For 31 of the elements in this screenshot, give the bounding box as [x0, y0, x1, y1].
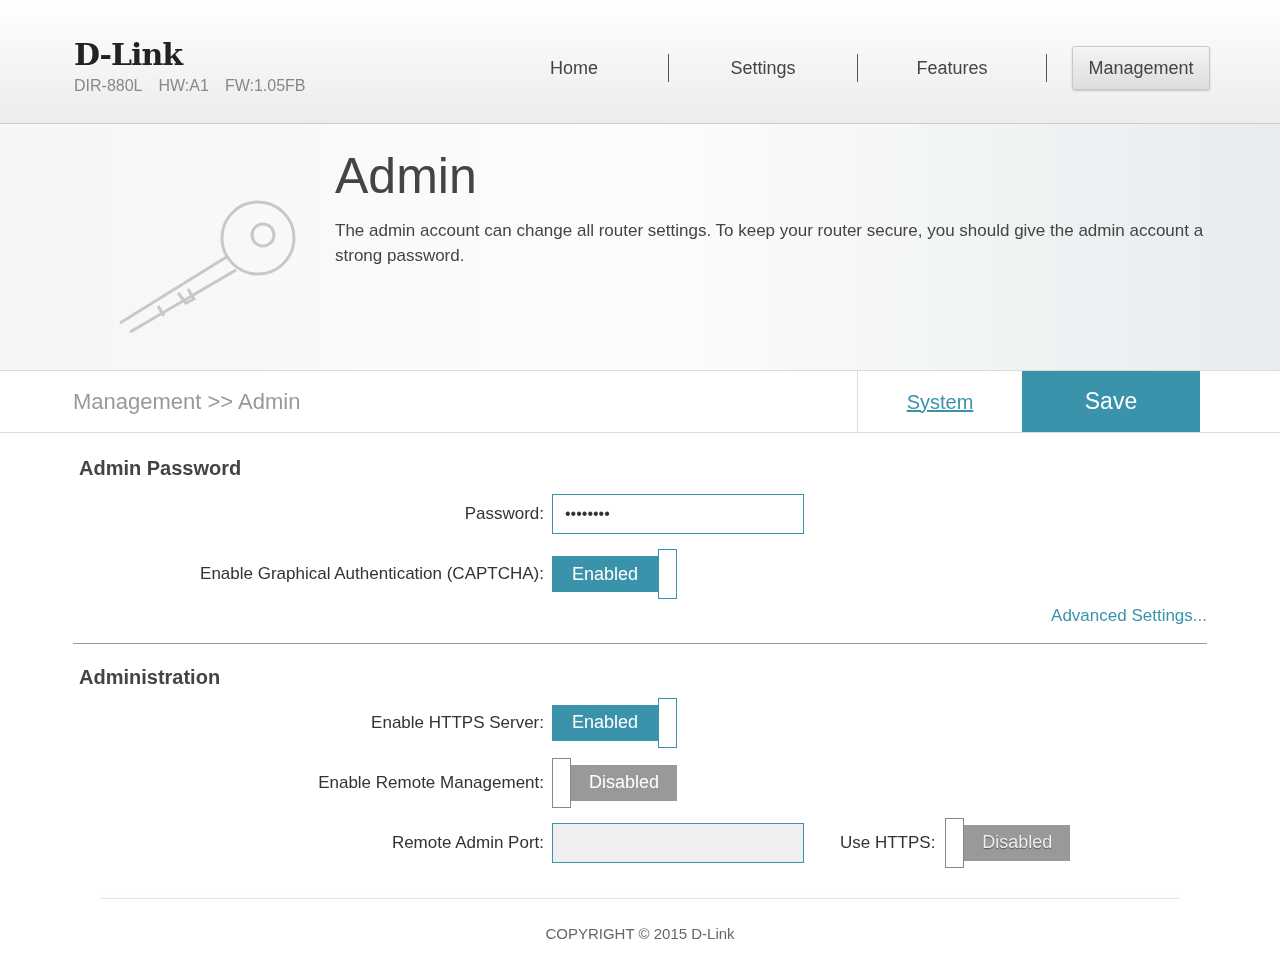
field-label: Remote Admin Port: — [391, 831, 544, 854]
advanced-settings-link[interactable]: Advanced Settings... — [1051, 603, 1207, 629]
device-info-text: DIR-880L — [74, 76, 143, 96]
toggle-knob[interactable] — [658, 697, 677, 748]
nav-tab[interactable]: Features — [883, 46, 1021, 90]
field-label: Enable Graphical Authentication (CAPTCHA): — [200, 563, 544, 586]
page-title: Admin — [335, 148, 477, 204]
copyright-text: COPYRIGHT © 2015 D-Link — [545, 923, 735, 944]
breadcrumb: Management >> Admin — [73, 388, 301, 416]
toggle-label: Enabled — [552, 704, 659, 741]
field-label: Use HTTPS: — [840, 831, 936, 854]
key-icon — [118, 198, 298, 333]
toggle-label: Enabled — [552, 556, 659, 592]
nav-tab[interactable]: Management — [1072, 46, 1210, 90]
save-button[interactable]: Save — [1022, 371, 1200, 432]
toggle-knob[interactable] — [552, 757, 571, 808]
page-description: The admin account can change all router settings. To keep your router secure, you should give the admin account a strong password. — [335, 220, 1205, 267]
nav-tab[interactable]: Settings — [694, 46, 832, 90]
toggle-label: Disabled — [964, 824, 1071, 861]
section-title: Administration — [79, 665, 221, 688]
section-title: Admin Password — [79, 457, 242, 479]
field-label: Enable HTTPS Server: — [371, 711, 544, 734]
nav-tab[interactable]: Home — [505, 46, 643, 90]
field-label: Enable Remote Management: — [318, 771, 544, 794]
brand-logo: D-Link — [74, 38, 183, 72]
device-info-text: HW:A1 — [158, 76, 209, 96]
toggle-knob[interactable] — [658, 549, 677, 599]
password-field[interactable]: •••••••• — [552, 494, 804, 534]
device-info-text: FW:1.05FB — [224, 76, 306, 96]
field-label: Password: — [464, 503, 544, 526]
toggle-label: Disabled — [570, 764, 677, 801]
